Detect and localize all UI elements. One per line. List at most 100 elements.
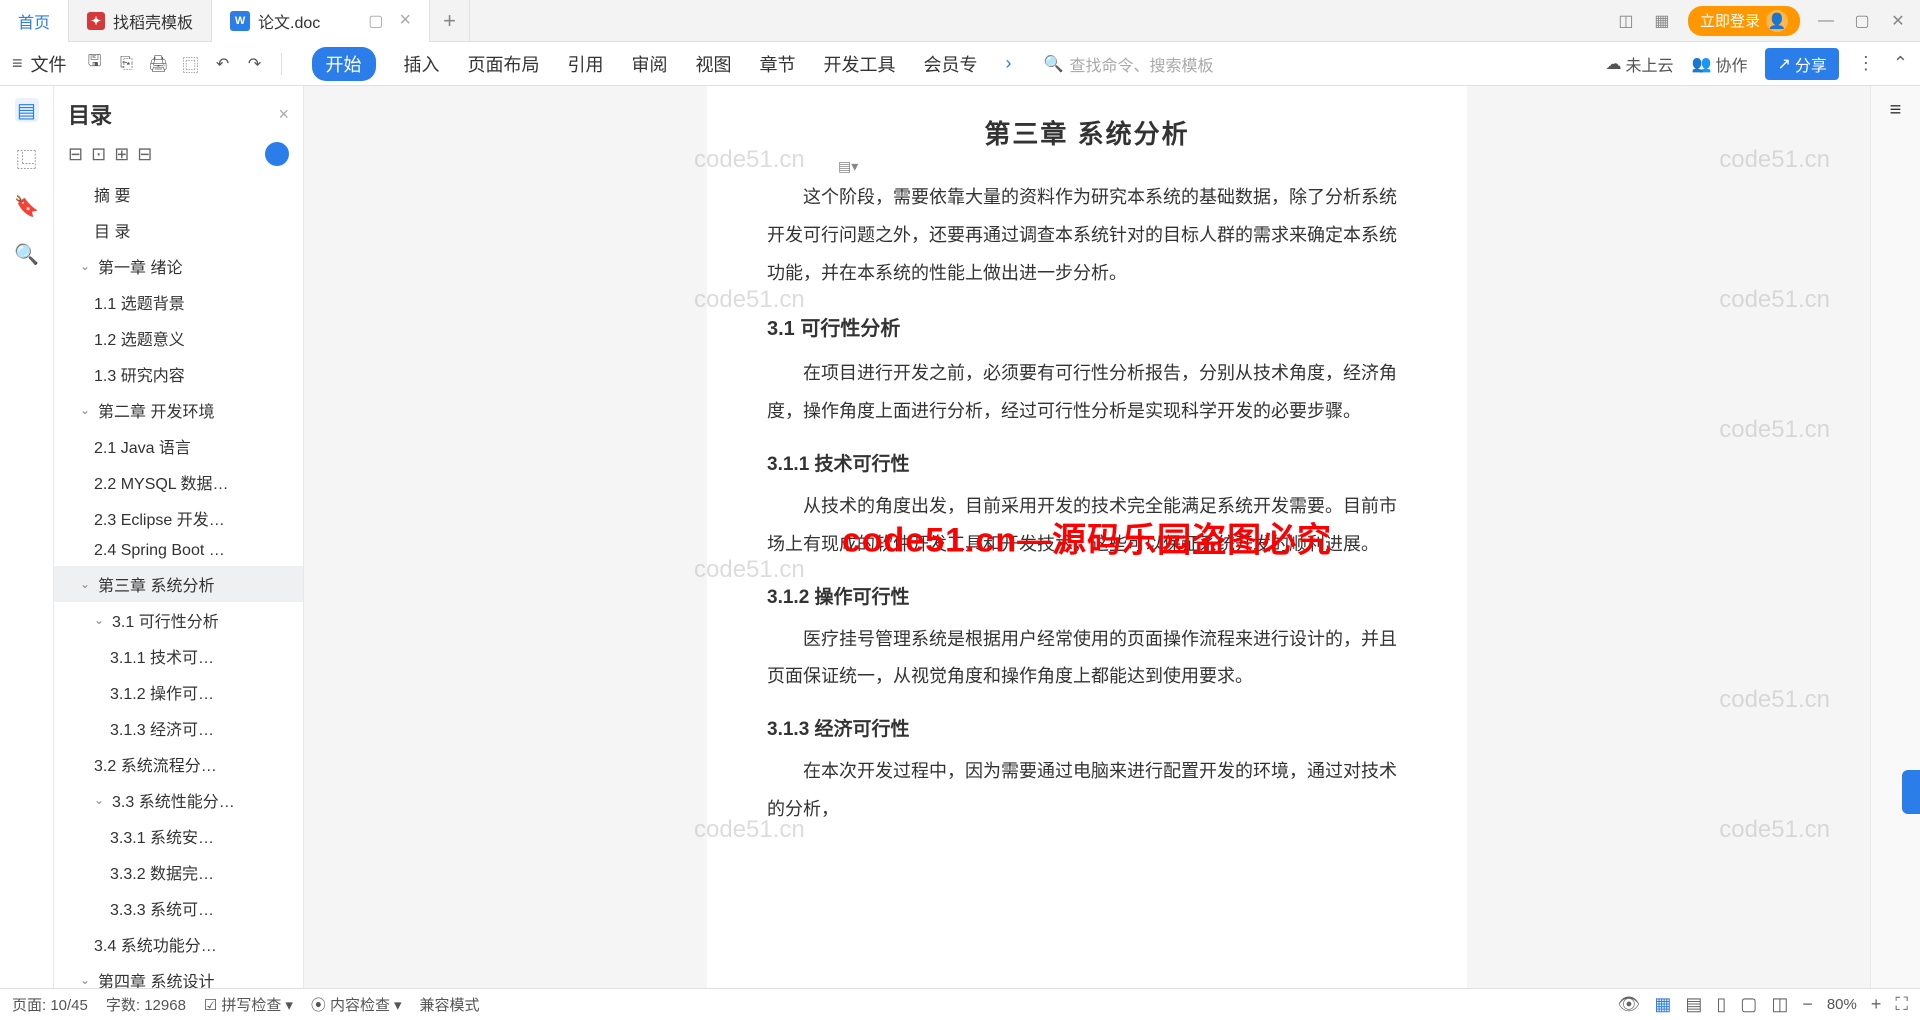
side-handle[interactable]: [1902, 770, 1920, 814]
outline-item[interactable]: 3.3.2 数据完…: [54, 854, 303, 890]
outline-item[interactable]: ⌄3.3 系统性能分…: [54, 782, 303, 818]
search-rail-icon[interactable]: 🔍: [15, 242, 39, 266]
outline-item[interactable]: ⌄第一章 绪论: [54, 248, 303, 284]
outline-item[interactable]: 3.3.1 系统安…: [54, 818, 303, 854]
status-content-check[interactable]: ⦿ 内容检查 ▾: [311, 994, 402, 1015]
ribbon-tab-review[interactable]: 审阅: [632, 51, 668, 77]
outline-item[interactable]: 1.2 选题意义: [54, 320, 303, 356]
watermark: code51.cn: [1719, 816, 1830, 844]
outline-item[interactable]: 摘 要: [54, 176, 303, 212]
save-icon[interactable]: 🖫: [83, 52, 107, 76]
outline-item[interactable]: 3.2 系统流程分…: [54, 746, 303, 782]
outline-item[interactable]: ⌄第三章 系统分析: [54, 566, 303, 602]
outline-item[interactable]: 3.4 系统功能分…: [54, 926, 303, 962]
tab-pin-icon[interactable]: ▢: [368, 11, 383, 31]
print-icon[interactable]: 🖨: [147, 52, 171, 76]
page-indicator-icon[interactable]: ▤▾: [838, 158, 858, 175]
ribbon-tab-start[interactable]: 开始: [312, 47, 376, 81]
undo-icon[interactable]: ↶: [211, 52, 235, 76]
export-icon[interactable]: ⎘: [115, 52, 139, 76]
tab-template[interactable]: ✦找稻壳模板: [69, 0, 212, 42]
collab-button[interactable]: 👥协作: [1692, 52, 1748, 76]
view-read-icon[interactable]: ▢: [1740, 994, 1757, 1015]
status-spellcheck[interactable]: ☑ 拼写检查 ▾: [204, 994, 293, 1015]
outline-item[interactable]: 2.3 Eclipse 开发…: [54, 500, 303, 536]
cloud-status[interactable]: ☁未上云: [1606, 52, 1674, 76]
outline-item[interactable]: 3.1.2 操作可…: [54, 674, 303, 710]
login-button[interactable]: 立即登录👤: [1688, 6, 1800, 36]
apps-icon[interactable]: ▦: [1652, 11, 1672, 31]
outline-item[interactable]: 1.3 研究内容: [54, 356, 303, 392]
zoom-in-icon[interactable]: +: [1871, 994, 1882, 1015]
ribbon-more-icon[interactable]: ›: [1006, 53, 1012, 74]
ribbon-tab-reference[interactable]: 引用: [568, 51, 604, 77]
share-button[interactable]: ↗分享: [1765, 48, 1838, 80]
zoom-fit-icon[interactable]: ◫: [1771, 994, 1788, 1015]
ribbon-options-icon[interactable]: ⋮: [1857, 53, 1875, 74]
settings-rail-icon[interactable]: ≡: [1884, 98, 1908, 122]
tab-close-icon[interactable]: ×: [399, 9, 411, 32]
chapter-rail-icon[interactable]: ⿺: [15, 146, 39, 170]
outline-item[interactable]: 1.1 选题背景: [54, 284, 303, 320]
ribbon-tab-layout[interactable]: 页面布局: [468, 51, 540, 77]
outline-settings-icon[interactable]: [265, 142, 289, 166]
outline-item[interactable]: 3.3.3 系统可…: [54, 890, 303, 926]
outline-list: 摘 要目 录⌄第一章 绪论1.1 选题背景1.2 选题意义1.3 研究内容⌄第二…: [54, 176, 303, 988]
doc-paragraph: 医疗挂号管理系统是根据用户经常使用的页面操作流程来进行设计的，并且页面保证统一，…: [767, 621, 1407, 697]
ribbon-tab-dev[interactable]: 开发工具: [824, 51, 896, 77]
zoom-level[interactable]: 80%: [1827, 996, 1857, 1013]
cloud-icon: ☁: [1606, 54, 1622, 74]
outline-item[interactable]: 2.2 MYSQL 数据…: [54, 464, 303, 500]
status-bar: 页面: 10/45 字数: 12968 ☑ 拼写检查 ▾ ⦿ 内容检查 ▾ 兼容…: [0, 988, 1920, 1020]
watermark: code51.cn: [1719, 286, 1830, 314]
doc-heading-3: 3.1.2 操作可行性: [767, 582, 1407, 609]
outline-collapse-icon[interactable]: ⊟: [68, 144, 83, 165]
watermark: code51.cn: [1719, 686, 1830, 714]
eye-icon[interactable]: 👁: [1618, 994, 1641, 1015]
outline-item[interactable]: ⌄第四章 系统设计: [54, 962, 303, 988]
outline-item[interactable]: 3.1.1 技术可…: [54, 638, 303, 674]
outline-remove-icon[interactable]: ⊟: [137, 144, 152, 165]
doc-paragraph: 在项目进行开发之前，必须要有可行性分析报告，分别从技术角度，经济角度，操作角度上…: [767, 355, 1407, 431]
outline-item[interactable]: 目 录: [54, 212, 303, 248]
share-icon: ↗: [1777, 54, 1790, 74]
outline-item[interactable]: 2.4 Spring Boot …: [54, 536, 303, 566]
ribbon-tab-member[interactable]: 会员专: [924, 51, 978, 77]
doc-heading-2: 3.1 可行性分析: [767, 312, 1407, 341]
watermark: code51.cn: [1719, 416, 1830, 444]
outline-item[interactable]: ⌄3.1 可行性分析: [54, 602, 303, 638]
bookmark-rail-icon[interactable]: 🔖: [15, 194, 39, 218]
status-words[interactable]: 字数: 12968: [106, 994, 186, 1015]
close-icon[interactable]: ✕: [1888, 11, 1908, 31]
layout-icon[interactable]: ◫: [1616, 11, 1636, 31]
ribbon-tab-insert[interactable]: 插入: [404, 51, 440, 77]
ribbon-tab-view[interactable]: 视图: [696, 51, 732, 77]
outline-item[interactable]: ⌄第二章 开发环境: [54, 392, 303, 428]
menu-icon[interactable]: ≡: [12, 53, 23, 74]
tab-new[interactable]: +: [430, 0, 470, 42]
outline-rail-icon[interactable]: ▤: [15, 98, 39, 122]
preview-icon[interactable]: ⿴: [179, 52, 203, 76]
outline-item[interactable]: 3.1.3 经济可…: [54, 710, 303, 746]
view-web-icon[interactable]: ▯: [1716, 994, 1726, 1015]
minimize-icon[interactable]: ―: [1816, 11, 1836, 31]
redo-icon[interactable]: ↷: [243, 52, 267, 76]
zoom-out-icon[interactable]: −: [1802, 994, 1813, 1015]
view-outline-icon[interactable]: ▤: [1685, 994, 1702, 1015]
file-menu[interactable]: 文件: [31, 51, 67, 77]
fullscreen-icon[interactable]: ⛶: [1895, 994, 1908, 1015]
ribbon-collapse-icon[interactable]: ⌃: [1893, 53, 1908, 74]
document-area[interactable]: ▤▾ code51.cn code51.cn code51.cn code51.…: [304, 86, 1870, 988]
outline-close-icon[interactable]: ×: [278, 104, 289, 125]
outline-expand-icon[interactable]: ⊡: [91, 144, 106, 165]
view-page-icon[interactable]: ▦: [1654, 994, 1671, 1015]
outline-item[interactable]: 2.1 Java 语言: [54, 428, 303, 464]
tab-document[interactable]: W论文.doc ▢ ×: [212, 0, 430, 42]
status-compat[interactable]: 兼容模式: [419, 994, 479, 1015]
tab-home[interactable]: 首页: [0, 0, 69, 42]
ribbon-search[interactable]: 🔍查找命令、搜索模板: [1044, 52, 1214, 76]
outline-add-icon[interactable]: ⊞: [114, 144, 129, 165]
status-page[interactable]: 页面: 10/45: [12, 994, 88, 1015]
maximize-icon[interactable]: ▢: [1852, 11, 1872, 31]
ribbon-tab-section[interactable]: 章节: [760, 51, 796, 77]
